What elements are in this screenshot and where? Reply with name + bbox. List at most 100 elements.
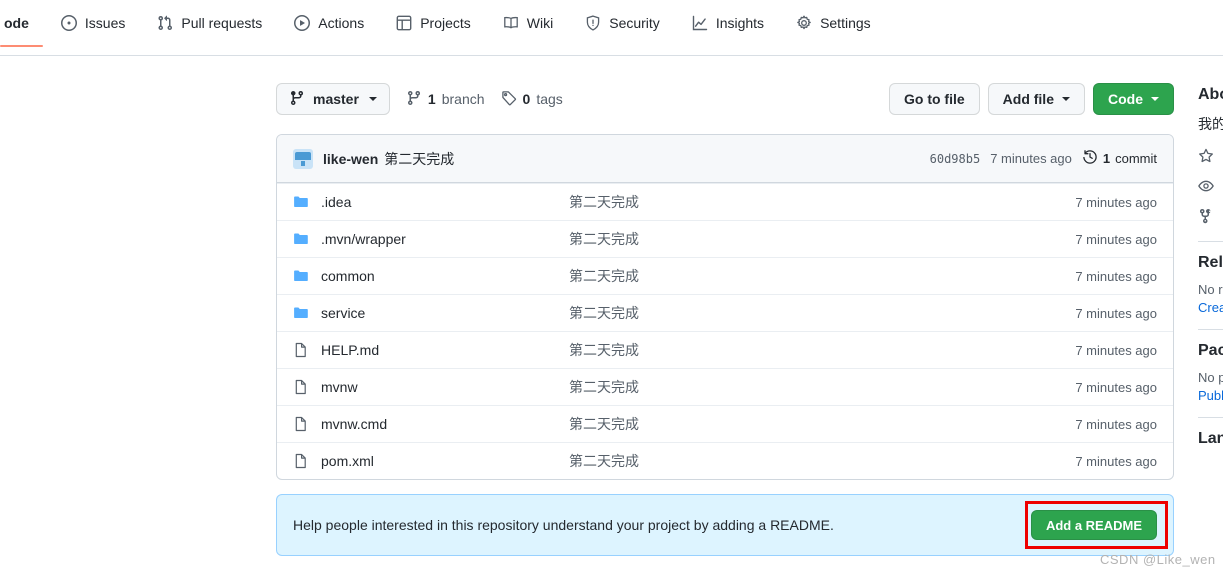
readme-callout: Help people interested in this repositor…	[276, 494, 1174, 556]
fork-icon[interactable]	[1198, 208, 1223, 227]
chevron-down-icon	[368, 97, 377, 101]
publish-package-link[interactable]: Publi	[1198, 388, 1223, 403]
table-row[interactable]: .mvn/wrapper 第二天完成 7 minutes ago	[277, 220, 1173, 257]
file-commit-message[interactable]: 第二天完成	[569, 414, 1075, 434]
shield-icon	[585, 15, 601, 31]
branch-count-value: 1	[427, 91, 436, 107]
nav-tab-insights[interactable]: Insights	[676, 0, 780, 46]
add-file-button[interactable]: Add file	[987, 83, 1085, 115]
create-release-link[interactable]: Creat	[1198, 300, 1223, 315]
table-row[interactable]: pom.xml 第二天完成 7 minutes ago	[277, 442, 1173, 479]
commit-count-label: commit	[1115, 151, 1157, 166]
sidebar-divider	[1198, 329, 1223, 330]
table-row[interactable]: common 第二天完成 7 minutes ago	[277, 257, 1173, 294]
go-to-file-label: Go to file	[903, 91, 965, 107]
chevron-down-icon	[1151, 97, 1159, 101]
nav-tab-issues[interactable]: Issues	[45, 0, 141, 46]
nav-tab-security[interactable]: Security	[569, 0, 676, 46]
nav-tab-settings[interactable]: Settings	[780, 0, 887, 46]
sidebar-divider	[1198, 417, 1223, 418]
nav-tab-pull-requests[interactable]: Pull requests	[141, 0, 278, 46]
file-commit-message[interactable]: 第二天完成	[569, 340, 1075, 360]
folder-icon	[293, 194, 309, 210]
file-name[interactable]: service	[321, 305, 569, 321]
eye-icon[interactable]	[1198, 178, 1223, 197]
gear-icon	[796, 15, 812, 31]
file-commit-message[interactable]: 第二天完成	[569, 229, 1075, 249]
tag-count-label: tags	[536, 91, 563, 107]
repo-sidebar: Abo 我的 Rele No re Creat Pack No p Publi …	[1198, 78, 1223, 458]
about-stats	[1198, 148, 1223, 227]
commit-author[interactable]: like-wen	[323, 151, 378, 167]
star-icon[interactable]	[1198, 148, 1223, 167]
nav-tab-projects[interactable]: Projects	[380, 0, 487, 46]
file-time: 7 minutes ago	[1075, 379, 1157, 395]
file-icon	[293, 416, 309, 432]
table-row[interactable]: mvnw 第二天完成 7 minutes ago	[277, 368, 1173, 405]
file-name[interactable]: mvnw.cmd	[321, 416, 569, 432]
releases-empty-text: No re	[1198, 282, 1223, 297]
languages-heading: Lan	[1198, 430, 1223, 447]
nav-tab-projects-label: Projects	[420, 15, 471, 31]
graph-icon	[692, 15, 708, 31]
nav-tab-code-label: ode	[4, 15, 29, 31]
file-commit-message[interactable]: 第二天完成	[569, 451, 1075, 471]
git-branch-icon	[289, 90, 305, 109]
nav-tab-code[interactable]: ode	[0, 0, 45, 47]
commit-count-link[interactable]: 1 commit	[1082, 149, 1157, 168]
file-icon	[293, 342, 309, 358]
nav-tab-actions[interactable]: Actions	[278, 0, 380, 46]
table-row[interactable]: mvnw.cmd 第二天完成 7 minutes ago	[277, 405, 1173, 442]
file-name[interactable]: HELP.md	[321, 342, 569, 358]
file-listing: like-wen 第二天完成 60d98b5 7 minutes ago 1 c…	[276, 134, 1174, 480]
about-heading: Abo	[1198, 86, 1223, 103]
add-file-label: Add file	[1002, 91, 1054, 107]
file-icon	[293, 453, 309, 469]
file-time: 7 minutes ago	[1075, 342, 1157, 358]
file-name[interactable]: common	[321, 268, 569, 284]
nav-tab-wiki[interactable]: Wiki	[487, 0, 569, 46]
nav-tab-wiki-label: Wiki	[526, 15, 554, 31]
latest-commit-bar: like-wen 第二天完成 60d98b5 7 minutes ago 1 c…	[277, 135, 1173, 183]
file-icon	[293, 379, 309, 395]
tag-count-value: 0	[522, 91, 531, 107]
packages-heading: Pack	[1198, 342, 1223, 359]
go-to-file-button[interactable]: Go to file	[888, 83, 980, 115]
branch-selector-label: master	[313, 91, 359, 107]
code-button[interactable]: Code	[1093, 83, 1174, 115]
file-commit-message[interactable]: 第二天完成	[569, 377, 1075, 397]
repo-toolbar: master 1 branch 0 tags Go to file Add fi…	[276, 78, 1174, 120]
branch-selector-button[interactable]: master	[276, 83, 390, 115]
file-commit-message[interactable]: 第二天完成	[569, 303, 1075, 323]
table-row[interactable]: HELP.md 第二天完成 7 minutes ago	[277, 331, 1173, 368]
play-icon	[294, 15, 311, 31]
commit-message[interactable]: 第二天完成	[384, 149, 454, 169]
nav-tab-actions-label: Actions	[318, 15, 365, 31]
nav-tab-issues-label: Issues	[84, 15, 126, 31]
nav-tab-insights-label: Insights	[715, 15, 765, 31]
folder-icon	[293, 268, 309, 284]
nav-tab-security-label: Security	[609, 15, 660, 31]
file-time: 7 minutes ago	[1075, 268, 1157, 284]
folder-icon	[293, 305, 309, 321]
file-commit-message[interactable]: 第二天完成	[569, 192, 1075, 212]
file-commit-message[interactable]: 第二天完成	[569, 266, 1075, 286]
code-button-label: Code	[1108, 91, 1143, 107]
commit-time: 7 minutes ago	[990, 151, 1072, 166]
file-name[interactable]: pom.xml	[321, 453, 569, 469]
nav-tab-pull-requests-label: Pull requests	[181, 15, 263, 31]
commit-sha[interactable]: 60d98b5	[930, 152, 981, 166]
file-time: 7 minutes ago	[1075, 231, 1157, 247]
file-name[interactable]: .idea	[321, 194, 569, 210]
branch-count-link[interactable]: 1 branch	[406, 90, 485, 109]
table-row[interactable]: service 第二天完成 7 minutes ago	[277, 294, 1173, 331]
file-name[interactable]: mvnw	[321, 379, 569, 395]
commit-count-value: 1	[1102, 151, 1111, 166]
file-name[interactable]: .mvn/wrapper	[321, 231, 569, 247]
table-icon	[396, 15, 412, 31]
history-icon	[1082, 149, 1098, 168]
table-row[interactable]: .idea 第二天完成 7 minutes ago	[277, 183, 1173, 220]
file-time: 7 minutes ago	[1075, 453, 1157, 469]
add-a-readme-button[interactable]: Add a README	[1030, 510, 1157, 540]
tag-count-link[interactable]: 0 tags	[501, 90, 563, 109]
